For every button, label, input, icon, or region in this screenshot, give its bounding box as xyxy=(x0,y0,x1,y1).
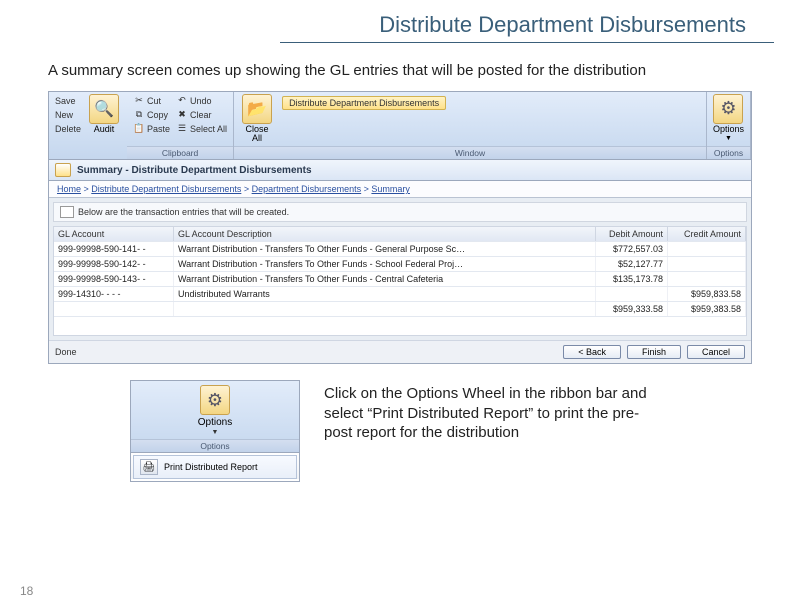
breadcrumb-link[interactable]: Department Disbursements xyxy=(252,184,362,194)
chevron-down-icon: ▼ xyxy=(212,429,219,436)
clear-button[interactable]: ✖Clear xyxy=(174,108,229,122)
ribbon-group-clipboard: ✂Cut ⧉Copy 📋Paste ↶Undo ✖Clear ☰Select A… xyxy=(127,92,234,160)
delete-button[interactable]: Delete xyxy=(53,122,83,136)
table-header-row: GL Account GL Account Description Debit … xyxy=(54,227,746,242)
gear-icon: ⚙ xyxy=(713,94,743,124)
cut-button[interactable]: ✂Cut xyxy=(131,94,172,108)
col-gl-account[interactable]: GL Account xyxy=(54,227,174,241)
options-menu: 🖨 Print Distributed Report xyxy=(131,452,299,479)
ribbon-group-file: Save New Delete 🔍 Audit xyxy=(49,92,127,160)
finish-button[interactable]: Finish xyxy=(627,345,681,359)
undo-button[interactable]: ↶Undo xyxy=(174,94,229,108)
selectall-icon: ☰ xyxy=(176,123,188,135)
wizard-footer: Done < Back Finish Cancel xyxy=(49,340,751,363)
window-tab[interactable]: Distribute Department Disbursements xyxy=(282,96,446,110)
total-credit: $959,383.58 xyxy=(668,302,746,316)
ribbon-group-options: ⚙ Options ▼ Options xyxy=(707,92,751,160)
options-dropdown-snippet: ⚙ Options ▼ Options 🖨 Print Distributed … xyxy=(130,380,300,482)
document-icon xyxy=(55,163,71,177)
ribbon-group-label: Options xyxy=(707,146,750,159)
breadcrumb-current: Summary xyxy=(371,184,410,194)
page-number: 18 xyxy=(20,584,33,598)
selectall-button[interactable]: ☰Select All xyxy=(174,122,229,136)
new-button[interactable]: New xyxy=(53,108,83,122)
audit-icon: 🔍 xyxy=(89,94,119,124)
audit-button[interactable]: 🔍 Audit xyxy=(85,94,123,135)
gl-table: GL Account GL Account Description Debit … xyxy=(53,226,747,336)
table-row[interactable]: 999-99998-590-142- - Warrant Distributio… xyxy=(54,257,746,272)
undo-icon: ↶ xyxy=(176,95,188,107)
breadcrumb-link[interactable]: Distribute Department Disbursements xyxy=(91,184,241,194)
save-button[interactable]: Save xyxy=(53,94,83,108)
instruction-top: A summary screen comes up showing the GL… xyxy=(0,43,792,91)
cancel-button[interactable]: Cancel xyxy=(687,345,745,359)
options-label[interactable]: Options xyxy=(198,415,232,429)
clear-icon: ✖ xyxy=(176,109,188,121)
ribbon-group-window: 📂 Close All Distribute Department Disbur… xyxy=(234,92,707,160)
total-debit: $959,333.58 xyxy=(596,302,668,316)
ribbon-group-label: Clipboard xyxy=(127,146,233,159)
col-credit[interactable]: Credit Amount xyxy=(668,227,746,241)
notice-bar: Below are the transaction entries that w… xyxy=(53,202,747,222)
folder-icon: 📂 xyxy=(242,94,272,124)
note-icon xyxy=(60,206,74,218)
copy-icon: ⧉ xyxy=(133,109,145,121)
status-text: Done xyxy=(55,347,77,357)
table-row[interactable]: 999-99998-590-143- - Warrant Distributio… xyxy=(54,272,746,287)
options-button[interactable]: ⚙ Options ▼ xyxy=(711,94,746,143)
close-all-button[interactable]: 📂 Close All xyxy=(238,94,276,145)
gear-icon: ⚙ xyxy=(200,385,230,415)
print-icon: 🖨 xyxy=(140,459,158,475)
breadcrumb: Home > Distribute Department Disbursemen… xyxy=(49,181,751,198)
paste-icon: 📋 xyxy=(133,123,145,135)
col-debit[interactable]: Debit Amount xyxy=(596,227,668,241)
menu-item-print-report[interactable]: 🖨 Print Distributed Report xyxy=(133,455,297,479)
paste-button[interactable]: 📋Paste xyxy=(131,122,172,136)
copy-button[interactable]: ⧉Copy xyxy=(131,108,172,122)
window-titlebar: Summary - Distribute Department Disburse… xyxy=(49,160,751,181)
ribbon-group-label: Window xyxy=(234,146,706,159)
page-title: Distribute Department Disbursements xyxy=(280,0,774,43)
breadcrumb-home[interactable]: Home xyxy=(57,184,81,194)
ribbon-group-label: Options xyxy=(131,439,299,452)
table-row[interactable]: 999-99998-590-141- - Warrant Distributio… xyxy=(54,242,746,257)
app-window: Save New Delete 🔍 Audit ✂Cut ⧉Copy 📋Past… xyxy=(48,91,752,365)
table-total-row: $959,333.58 $959,383.58 xyxy=(54,302,746,317)
cut-icon: ✂ xyxy=(133,95,145,107)
table-row[interactable]: 999-14310- - - - Undistributed Warrants … xyxy=(54,287,746,302)
back-button[interactable]: < Back xyxy=(563,345,621,359)
ribbon: Save New Delete 🔍 Audit ✂Cut ⧉Copy 📋Past… xyxy=(49,92,751,161)
instruction-bottom: Click on the Options Wheel in the ribbon… xyxy=(324,380,654,443)
chevron-down-icon: ▼ xyxy=(725,135,732,142)
col-description[interactable]: GL Account Description xyxy=(174,227,596,241)
